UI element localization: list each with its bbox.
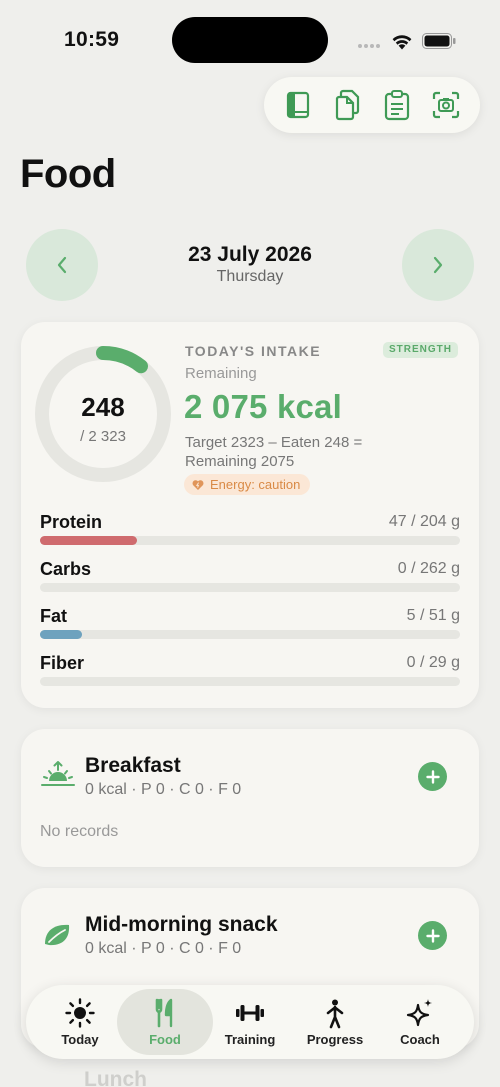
- tab-coach[interactable]: Coach: [372, 989, 468, 1055]
- macro-value: 5 / 51 g: [406, 607, 460, 624]
- top-toolbar: [264, 77, 480, 133]
- battery-icon: [422, 33, 456, 49]
- heart-bolt-icon: [192, 479, 204, 490]
- wifi-icon: [392, 35, 412, 50]
- no-records-text: No records: [40, 823, 119, 840]
- energy-badge-label: Energy: caution: [210, 477, 301, 492]
- tab-label: Training: [224, 1032, 276, 1047]
- macro-progress-fill: [40, 630, 82, 639]
- meal-macros: 0 kcal · P 0 · C 0 · F 0: [85, 781, 242, 798]
- eaten-kcal: 248: [81, 392, 125, 422]
- camera-scan-icon[interactable]: [430, 89, 462, 121]
- macro-value: 0 / 29 g: [406, 654, 460, 671]
- intake-formula: Target 2323 – Eaten 248 = Remaining 2075: [185, 434, 363, 470]
- remaining-kcal: 2 075 kcal: [184, 388, 342, 425]
- clipboard-icon[interactable]: [381, 89, 413, 121]
- dynamic-island: [172, 17, 328, 63]
- energy-badge: Energy: caution: [184, 474, 311, 495]
- macro-name: Fiber: [40, 653, 85, 673]
- dumbbell-icon: [236, 1005, 264, 1021]
- add-breakfast-button[interactable]: [418, 762, 447, 791]
- macro-progress-bar: [40, 583, 460, 592]
- macro-progress-fill: [40, 536, 137, 545]
- macro-progress-bar: [40, 630, 460, 639]
- meal-name: Mid-morning snack: [85, 913, 278, 936]
- copy-icon[interactable]: [332, 89, 364, 121]
- sun-icon: [65, 998, 95, 1028]
- tab-label: Food: [149, 1032, 181, 1047]
- strength-badge: STRENGTH: [383, 342, 458, 358]
- tab-label: Today: [61, 1032, 99, 1047]
- sunrise-icon: [41, 761, 75, 786]
- tab-food[interactable]: Food: [117, 989, 213, 1055]
- tab-label: Progress: [306, 1032, 364, 1047]
- next-day-button[interactable]: [402, 229, 474, 301]
- meal-name-lunch: Lunch: [84, 1068, 147, 1087]
- status-bar: 10:59: [0, 0, 500, 80]
- add-snack-button[interactable]: [418, 921, 447, 950]
- tab-today[interactable]: Today: [32, 989, 128, 1055]
- macro-progress-bar: [40, 677, 460, 686]
- status-time: 10:59: [64, 28, 120, 51]
- chevron-right-icon: [433, 256, 443, 274]
- tab-training[interactable]: Training: [202, 989, 298, 1055]
- macro-name: Protein: [40, 512, 103, 532]
- fork-knife-icon: [155, 998, 173, 1028]
- remaining-label: Remaining: [185, 365, 257, 382]
- target-kcal: / 2 323: [80, 428, 126, 445]
- book-icon[interactable]: [283, 89, 315, 121]
- tab-progress[interactable]: Progress: [287, 989, 383, 1055]
- meal-name: Breakfast: [85, 754, 181, 777]
- intake-title: TODAY'S INTAKE: [185, 343, 322, 359]
- meal-macros: 0 kcal · P 0 · C 0 · F 0: [85, 940, 242, 957]
- macro-value: 47 / 204 g: [388, 513, 460, 530]
- meal-card-breakfast[interactable]: Breakfast 0 kcal · P 0 · C 0 · F 0 No re…: [21, 729, 479, 867]
- plus-icon: [425, 769, 440, 784]
- cellular-signal-icon: [358, 44, 380, 48]
- macro-value: 0 / 262 g: [397, 560, 460, 577]
- macro-progress-bar: [40, 536, 460, 545]
- leaf-icon: [45, 924, 70, 946]
- plus-icon: [425, 928, 440, 943]
- figure-icon: [326, 999, 344, 1029]
- intake-card: 248 / 2 323 TODAY'S INTAKE STRENGTH Rema…: [21, 322, 479, 708]
- macro-name: Fat: [40, 606, 67, 626]
- page-title: Food: [20, 152, 116, 196]
- sparkles-icon: [406, 999, 432, 1027]
- tab-bar: Today Food Training Progress Coach: [26, 985, 474, 1059]
- tab-label: Coach: [400, 1032, 440, 1047]
- macro-name: Carbs: [40, 559, 92, 579]
